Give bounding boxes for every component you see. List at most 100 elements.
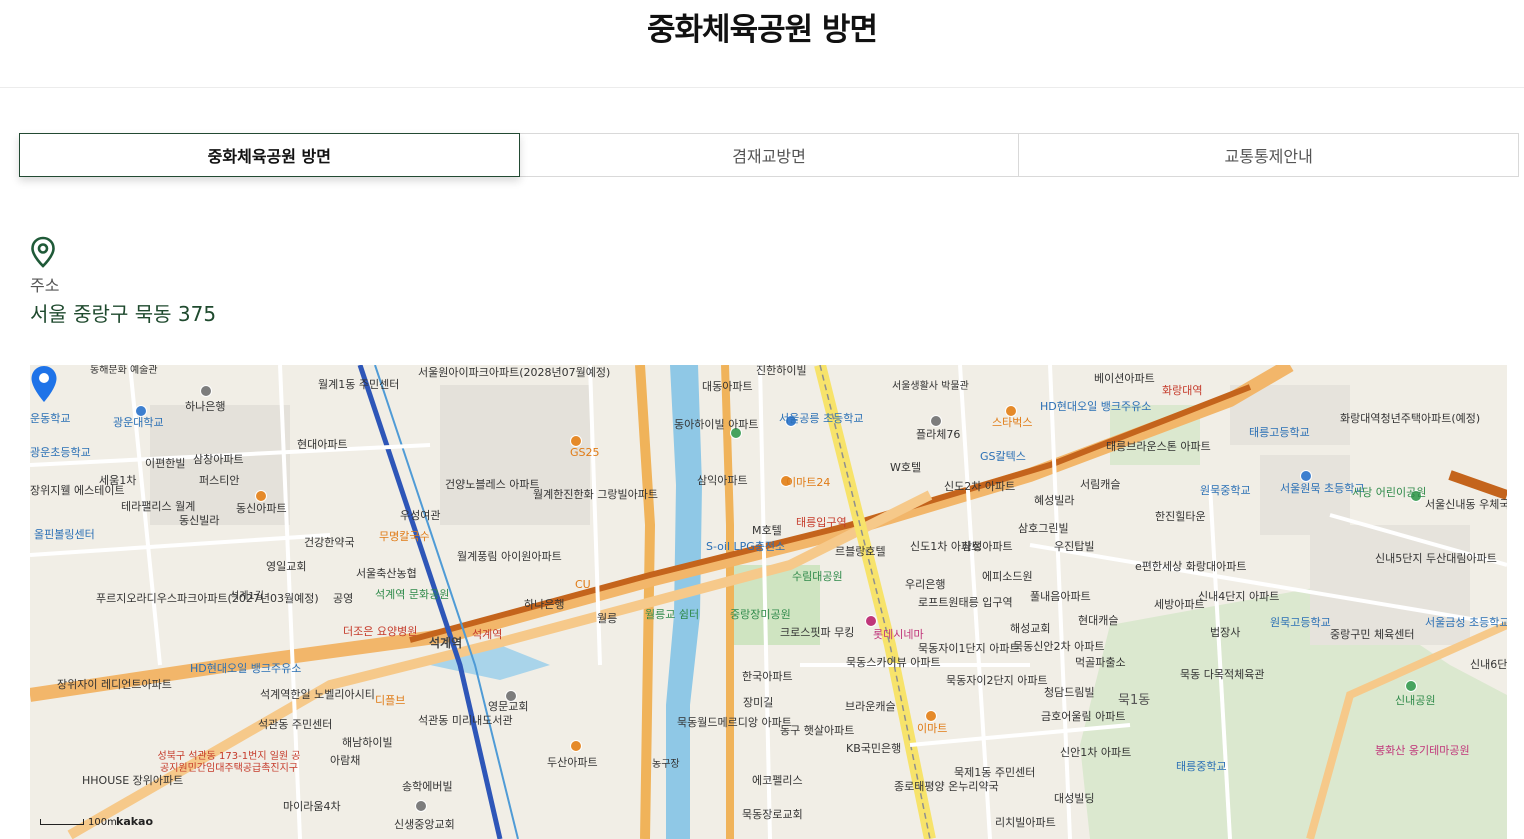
map-label: 중랑장미공원	[730, 608, 791, 621]
map-label: 월계1동 주민센터	[318, 378, 400, 391]
map-label: 원묵중학교	[1200, 484, 1251, 497]
tab-traffic-control[interactable]: 교통통제안내	[1018, 133, 1520, 177]
map-label: 서울생활사 박물관	[892, 381, 969, 392]
map-label: 금호어울림 아파트	[1041, 710, 1126, 723]
map-label: 마이라움4차	[283, 800, 341, 813]
map-label: 묵동 다목적체육관	[1180, 668, 1265, 681]
map-label: 동신아파트	[236, 502, 287, 515]
tab-gyeomjae-bridge[interactable]: 겸재교방면	[518, 133, 1020, 177]
address-label: 주소	[30, 276, 60, 295]
map-label: 석계1길	[230, 591, 264, 602]
map-label: 봉화산 옹기테마공원	[1375, 744, 1470, 757]
map-poi[interactable]	[1405, 680, 1417, 692]
map-label: 석계역	[429, 636, 463, 650]
map-label: 서울원아이파크아파트(2028년07월예정)	[418, 366, 611, 379]
map-label: KB국민은행	[846, 742, 902, 755]
map-label: HD현대오일 뱅크주유소	[1040, 400, 1152, 413]
tab-junghwa-park[interactable]: 중화체육공원 방면	[19, 133, 520, 177]
map-label: 신생중앙교회	[394, 818, 455, 831]
map-view[interactable]: 서울원아이파크아파트(2028년07월예정) 월계1동 주민센터 하나은행 광운…	[30, 365, 1507, 839]
map-label: 에코펠리스	[752, 774, 803, 787]
map-label: 우성여관	[400, 509, 441, 522]
map-label: 화랑대역	[1162, 384, 1203, 397]
map-label: 석계역	[472, 628, 503, 641]
map-label: 묵1동	[1118, 693, 1151, 708]
map-label: 종로태평양 온누리약국	[894, 780, 999, 793]
map-label: 롯데시네마	[873, 628, 924, 641]
map-label: 해남하이빌	[342, 736, 393, 749]
map-label: 하나은행	[185, 400, 226, 413]
map-label: 건양노블레스 아파트	[445, 478, 540, 491]
map-label: 퍼스티안	[199, 474, 240, 487]
map-label: 서림캐슬	[1080, 478, 1121, 491]
map-label: CU	[575, 578, 591, 591]
map-label: 해성교회	[1010, 622, 1051, 635]
map-label: 무명칼국수	[379, 530, 430, 543]
map-label: 에피소드원	[982, 570, 1033, 583]
map-poi[interactable]	[930, 415, 942, 427]
map-label: 장위지웰 에스테이트	[30, 484, 125, 497]
map-label: 장위자이 레디언트아파트	[57, 678, 172, 691]
map-label: 한국아파트	[742, 670, 793, 683]
map-label: 농구장	[652, 759, 680, 770]
map-label: 대동아파트	[702, 380, 753, 393]
scale-label: 100m	[88, 817, 117, 828]
map-label: 신내4단지 아파트	[1198, 590, 1280, 603]
map-label: 묵동장로교회	[742, 808, 803, 821]
map-label: 신안1차 아파트	[1060, 746, 1132, 759]
map-label: M호텔	[752, 524, 782, 537]
map-label: 두산아파트	[547, 756, 598, 769]
map-label: 광운초등학교	[30, 446, 91, 459]
map-label: 현대아파트	[297, 438, 348, 451]
map-label: 중랑구민 체육센터	[1330, 628, 1415, 641]
map-label: 우진탑빌	[1054, 540, 1095, 553]
map-label: 태릉브라운스톤 아파트	[1106, 440, 1211, 453]
map-label: 리치빌아파트	[995, 816, 1056, 829]
map-label: 운동학교	[30, 412, 71, 425]
map-label: 플라체76	[916, 428, 961, 441]
map-poi[interactable]	[415, 800, 427, 812]
map-label: 법장사	[1210, 626, 1241, 639]
map-label: GS25	[570, 446, 600, 459]
map-label: 청담드림빌	[1044, 686, 1095, 699]
map-label: 더조은 요양병원	[343, 625, 418, 638]
map-label: 브라운캐슬	[845, 700, 896, 713]
map-label: 영문교회	[488, 700, 529, 713]
map-poi[interactable]	[255, 490, 267, 502]
map-label: 신내공원	[1395, 694, 1436, 707]
map-label: 신내6단지 아파트	[1470, 658, 1507, 671]
map-poi[interactable]	[1300, 470, 1312, 482]
address-value: 서울 중랑구 묵동 375	[30, 302, 217, 326]
map-label: 아람채	[330, 754, 361, 767]
tab-bar: 중화체육공원 방면 겸재교방면 교통통제안내	[19, 133, 1520, 177]
map-label: 광운대학교	[113, 416, 164, 429]
map-poi[interactable]	[925, 710, 937, 722]
location-marker-icon[interactable]	[30, 365, 58, 403]
title-divider	[0, 87, 1524, 88]
map-label: GS칼텍스	[980, 450, 1026, 463]
map-label: 하나은행	[524, 598, 565, 611]
map-label: 석계역 문화공원	[375, 588, 450, 601]
map-poi[interactable]	[570, 740, 582, 752]
map-poi[interactable]	[865, 615, 877, 627]
map-label: 공영	[333, 592, 354, 605]
map-label: 신내5단지 두산대림아파트	[1375, 552, 1497, 565]
map-label: 월계한진한화 그랑빌아파트	[533, 488, 658, 501]
map-label: 송학에버빌	[402, 780, 453, 793]
map-label: 서울금성 초등학교	[1425, 616, 1507, 629]
map-poi[interactable]	[200, 385, 212, 397]
map-label: 푸르지오라디우스파크아파트(2027년03월예정)	[96, 592, 319, 605]
map-label: 이편한빌	[145, 457, 186, 470]
map-label: 월릉교 쉼터	[645, 608, 700, 621]
map-label: 올핀볼링센터	[34, 528, 95, 541]
map-label: 디플브	[375, 694, 406, 707]
map-scale: 100m	[40, 817, 117, 828]
map-label: 베이션아파트	[1094, 372, 1155, 385]
map-label: 로프트원태릉 입구역	[918, 596, 1013, 609]
map-label: 먹골파출소	[1075, 656, 1126, 669]
map-label: 석관동 주민센터	[258, 718, 333, 731]
map-label: 삼성아파트	[962, 540, 1013, 553]
map-label: 대성빌딩	[1054, 792, 1095, 805]
map-label: 현대캐슬	[1078, 614, 1119, 627]
map-label: 묵동스카이뷰 아파트	[846, 656, 941, 669]
